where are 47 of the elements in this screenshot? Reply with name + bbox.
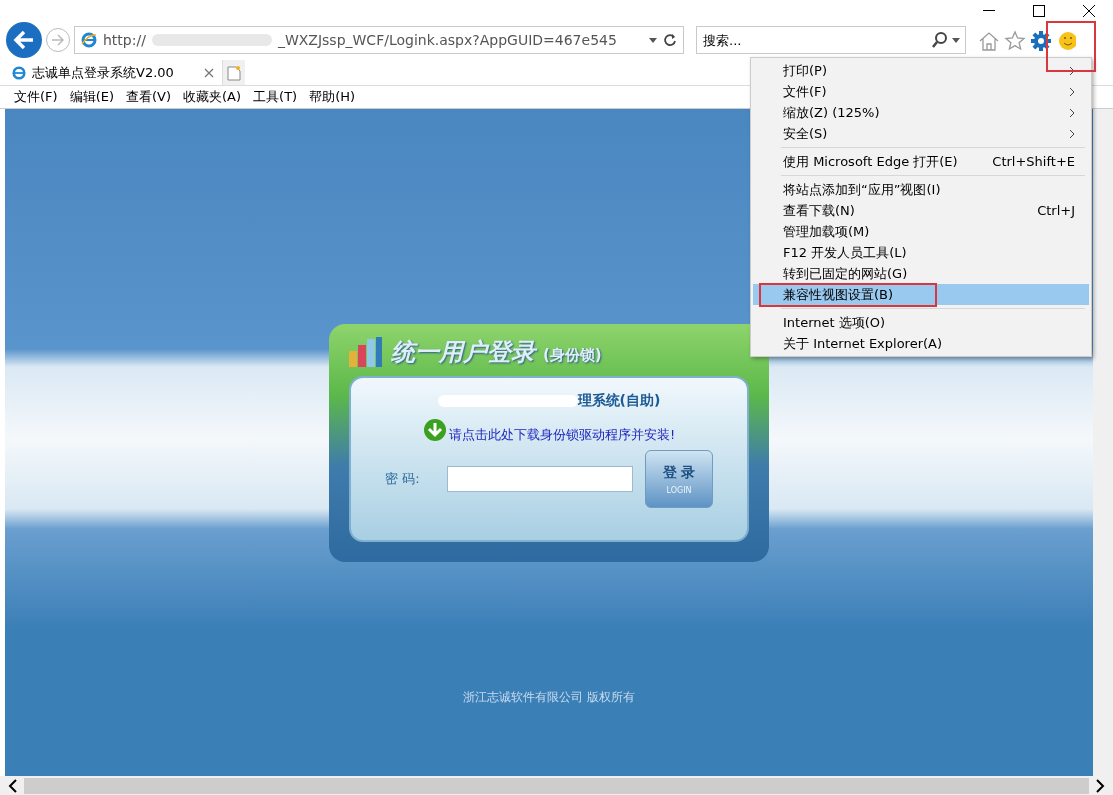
menu-item[interactable]: 将站点添加到“应用”视图(I) <box>753 179 1089 200</box>
menu-item[interactable]: 缩放(Z) (125%) <box>753 102 1089 123</box>
search-field[interactable]: 搜索... <box>696 26 966 54</box>
refresh-icon[interactable] <box>663 33 677 47</box>
dropdown-icon[interactable] <box>952 37 960 43</box>
settings-icon[interactable] <box>1030 30 1052 52</box>
address-bar[interactable]: http:// _WXZJssp_WCF/Logink.aspx?AppGUID=467e545 <box>74 26 684 54</box>
menu-item[interactable]: 兼容性视图设置(B) <box>753 284 1089 305</box>
browser-logo-icon <box>12 65 26 80</box>
system-name: 理系统(自助) <box>577 392 661 410</box>
download-link[interactable]: 请点击此处下载身份锁驱动程序并安装! <box>448 426 676 444</box>
browser-logo-icon <box>81 32 97 48</box>
arrow-right-icon <box>51 34 65 46</box>
menu-item[interactable]: 关于 Internet Explorer(A) <box>753 333 1089 354</box>
menu-item[interactable]: 打印(P) <box>753 60 1089 81</box>
scrollbar-track[interactable] <box>1093 109 1113 776</box>
dropdown-icon[interactable] <box>649 37 657 43</box>
scroll-left-icon[interactable] <box>8 779 18 793</box>
smiley-icon[interactable] <box>1056 30 1076 52</box>
password-label: 密 码: <box>385 470 421 488</box>
login-button[interactable]: 登 录 LOGIN <box>645 450 713 508</box>
scrollbar-thumb[interactable] <box>24 778 1089 794</box>
scroll-right-icon[interactable] <box>1095 779 1105 793</box>
menu-item[interactable]: 管理加载项(M) <box>753 221 1089 242</box>
menu-item[interactable]: 文件(F) <box>753 81 1089 102</box>
menu-item[interactable]: 安全(S) <box>753 123 1089 144</box>
bar-chart-logo-icon <box>349 337 383 367</box>
star-icon[interactable] <box>1004 30 1026 52</box>
menu-bar-item[interactable]: 帮助(H) <box>303 88 362 106</box>
copyright-text: 浙江志诚软件有限公司 版权所有 <box>463 689 635 706</box>
back-button[interactable] <box>6 22 42 58</box>
password-field[interactable] <box>447 466 633 492</box>
menu-item[interactable]: Internet 选项(O) <box>753 312 1089 333</box>
arrow-left-icon <box>13 30 35 50</box>
menu-item[interactable]: 查看下载(N) Ctrl+J <box>753 200 1089 221</box>
search-icon[interactable] <box>932 32 948 48</box>
menu-bar-item[interactable]: 编辑(E) <box>63 88 120 106</box>
menu-item[interactable]: 转到已固定的网站(G) <box>753 263 1089 284</box>
menu-item[interactable]: F12 开发人员工具(L) <box>753 242 1089 263</box>
home-icon[interactable] <box>978 30 1000 52</box>
menu-bar-item[interactable]: 收藏夹(A) <box>177 88 248 106</box>
menu-bar-item[interactable]: 工具(T) <box>247 88 304 106</box>
menu-bar-item[interactable]: 文件(F) <box>8 88 64 106</box>
login-subtitle: (身份锁) <box>543 345 602 365</box>
menu-bar-item[interactable]: 查看(V) <box>120 88 178 106</box>
menu-item[interactable]: 使用 Microsoft Edge 打开(E) Ctrl+Shift+E <box>753 151 1089 172</box>
highlight-frame <box>1046 21 1096 72</box>
